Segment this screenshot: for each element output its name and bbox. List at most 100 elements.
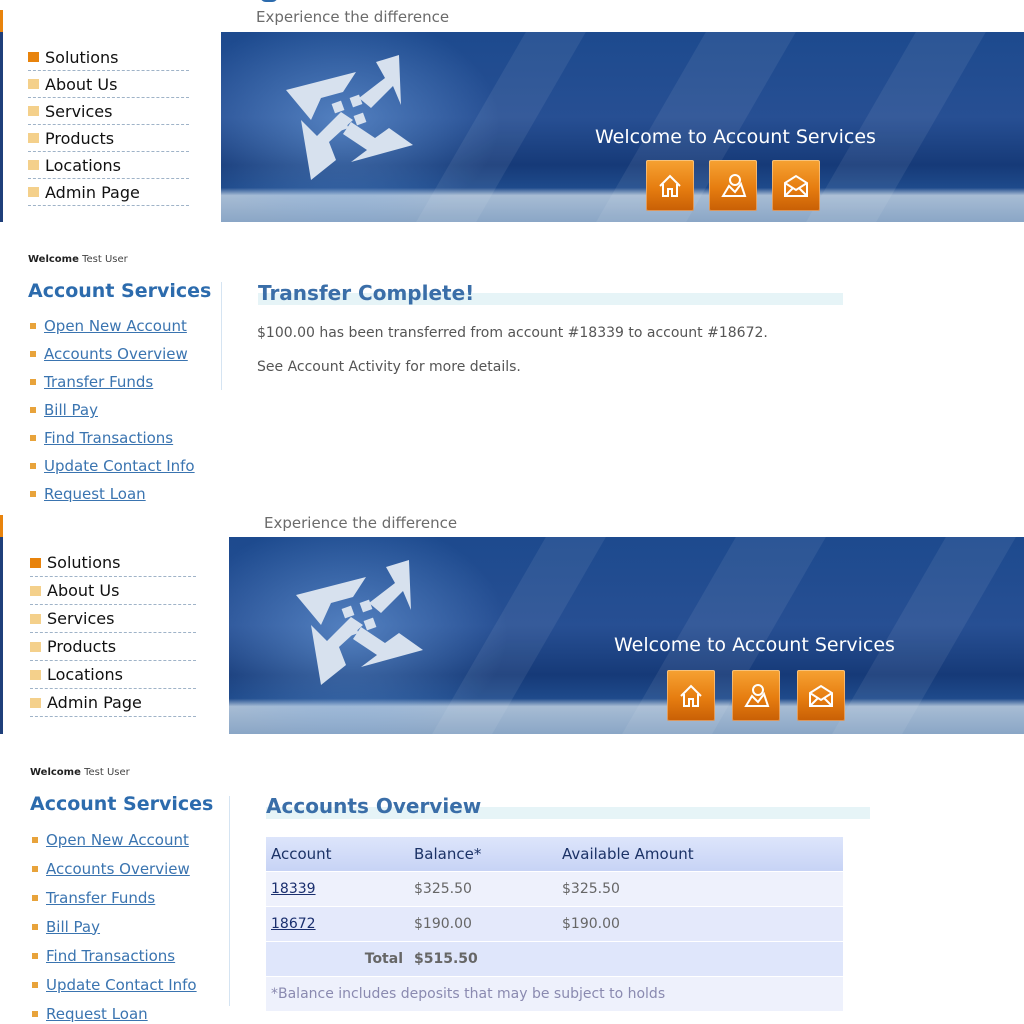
menu-item-request-loan: Request Loan (30, 480, 195, 508)
logo-icon (286, 55, 413, 180)
nav-label: Services (45, 101, 113, 121)
tagline: Experience the difference (264, 514, 458, 532)
welcome-user: Welcome Test User (28, 254, 128, 265)
menu-item-bill-pay: Bill Pay (30, 396, 195, 424)
accounts-table: Account Balance* Available Amount 18339 … (266, 837, 843, 1011)
menu-item-find-transactions: Find Transactions (30, 424, 195, 452)
transfer-message: $100.00 has been transferred from accoun… (257, 325, 768, 341)
col-header-balance: Balance* (409, 837, 557, 872)
banner-welcome: Welcome to Account Services (595, 126, 876, 148)
sidebar-divider (221, 282, 222, 390)
request-loan-link[interactable]: Request Loan (44, 485, 146, 503)
update-contact-info-link[interactable]: Update Contact Info (46, 976, 197, 994)
left-edge-bar (0, 32, 3, 222)
nav-label: About Us (45, 74, 118, 94)
about-button[interactable] (709, 160, 757, 211)
home-button[interactable] (667, 670, 715, 721)
nav-bullet (28, 79, 39, 89)
transfer-funds-link[interactable]: Transfer Funds (46, 889, 155, 907)
total-value: $515.50 (409, 941, 557, 977)
contact-button[interactable] (797, 670, 845, 721)
update-contact-info-link[interactable]: Update Contact Info (44, 457, 195, 475)
left-edge-bar (0, 537, 3, 734)
nav-bullet (30, 697, 41, 708)
nav-bullet (30, 613, 41, 624)
nav-item-solutions[interactable]: Solutions (30, 549, 196, 577)
nav-item-products[interactable]: Products (30, 633, 196, 661)
account-link[interactable]: 18339 (271, 881, 316, 897)
home-icon (680, 684, 702, 707)
welcome-prefix: Welcome (30, 767, 81, 778)
brand-logo-fragment (260, 0, 278, 2)
table-header-row: Account Balance* Available Amount (266, 837, 843, 872)
nav-label: About Us (47, 581, 120, 600)
nav-bullet (28, 160, 39, 170)
about-button[interactable] (732, 670, 780, 721)
account-services-heading: Account Services (28, 280, 212, 302)
bill-pay-link[interactable]: Bill Pay (46, 918, 100, 936)
nav-bullet (30, 557, 41, 568)
available-cell: $325.50 (557, 871, 843, 907)
nav-label: Admin Page (47, 693, 142, 712)
banner-welcome: Welcome to Account Services (614, 634, 895, 656)
nav-bullet (30, 669, 41, 680)
nav-label: Products (45, 128, 115, 148)
balance-cell: $325.50 (409, 871, 557, 907)
left-edge-accent (0, 10, 3, 32)
transfer-funds-link[interactable]: Transfer Funds (44, 373, 153, 391)
nav-item-admin-page[interactable]: Admin Page (28, 179, 189, 206)
top-nav: Solutions About Us Services Products Loc… (28, 44, 189, 206)
total-row: Total $515.50 (266, 941, 843, 977)
top-nav: Solutions About Us Services Products Loc… (30, 549, 196, 717)
nav-label: Admin Page (45, 182, 140, 202)
contact-button[interactable] (772, 160, 820, 211)
find-transactions-link[interactable]: Find Transactions (44, 429, 173, 447)
bottom-panel: Experience the difference Solutions Abou… (0, 512, 1024, 1024)
account-cell: 18339 (266, 871, 409, 907)
menu-item-open-new-account: Open New Account (30, 312, 195, 340)
account-cell: 18672 (266, 906, 409, 942)
nav-bullet (30, 641, 41, 652)
available-cell: $190.00 (557, 906, 843, 942)
menu-item-update-contact-info: Update Contact Info (30, 452, 195, 480)
account-services-heading: Account Services (30, 793, 214, 815)
about-icon (721, 173, 747, 197)
header-banner: Welcome to Account Services (229, 537, 1024, 734)
bill-pay-link[interactable]: Bill Pay (44, 401, 98, 419)
header-banner: Welcome to Account Services (221, 32, 1024, 222)
account-services-menu: Open New Account Accounts Overview Trans… (32, 825, 197, 1024)
nav-label: Locations (47, 665, 124, 684)
page-title: Accounts Overview (266, 794, 482, 818)
contact-icon (784, 174, 808, 197)
nav-item-about-us[interactable]: About Us (30, 577, 196, 605)
open-new-account-link[interactable]: Open New Account (46, 831, 189, 849)
request-loan-link[interactable]: Request Loan (46, 1005, 148, 1023)
home-icon (659, 174, 681, 197)
accounts-overview-link[interactable]: Accounts Overview (44, 345, 188, 363)
nav-item-services[interactable]: Services (30, 605, 196, 633)
nav-item-solutions[interactable]: Solutions (28, 44, 189, 71)
find-transactions-link[interactable]: Find Transactions (46, 947, 175, 965)
tagline: Experience the difference (256, 8, 450, 26)
accounts-overview-link[interactable]: Accounts Overview (46, 860, 190, 878)
welcome-prefix: Welcome (28, 254, 79, 265)
account-link[interactable]: 18672 (271, 916, 316, 932)
nav-item-locations[interactable]: Locations (28, 152, 189, 179)
balance-cell: $190.00 (409, 906, 557, 942)
details-message: See Account Activity for more details. (257, 359, 521, 375)
nav-label: Solutions (45, 47, 119, 67)
welcome-username: Test User (84, 767, 130, 778)
nav-item-about-us[interactable]: About Us (28, 71, 189, 98)
nav-bullet (28, 187, 39, 197)
menu-item-accounts-overview: Accounts Overview (32, 854, 197, 883)
nav-item-admin-page[interactable]: Admin Page (30, 689, 196, 717)
menu-item-transfer-funds: Transfer Funds (32, 883, 197, 912)
nav-item-services[interactable]: Services (28, 98, 189, 125)
open-new-account-link[interactable]: Open New Account (44, 317, 187, 335)
home-button[interactable] (646, 160, 694, 211)
nav-item-locations[interactable]: Locations (30, 661, 196, 689)
nav-bullet (28, 106, 39, 116)
table-row: 18339 $325.50 $325.50 (266, 871, 843, 907)
welcome-username: Test User (82, 254, 128, 265)
nav-item-products[interactable]: Products (28, 125, 189, 152)
